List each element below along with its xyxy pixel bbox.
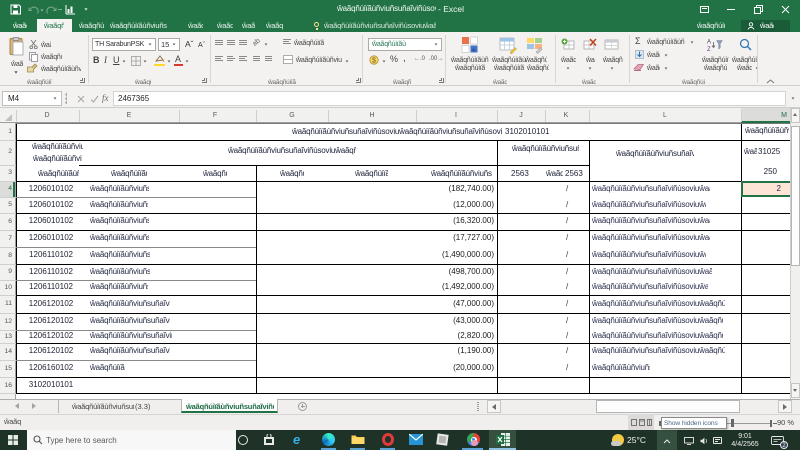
svg-text:Z: Z <box>707 47 711 53</box>
svg-text:$: $ <box>372 58 376 65</box>
svg-text:A: A <box>707 40 711 46</box>
